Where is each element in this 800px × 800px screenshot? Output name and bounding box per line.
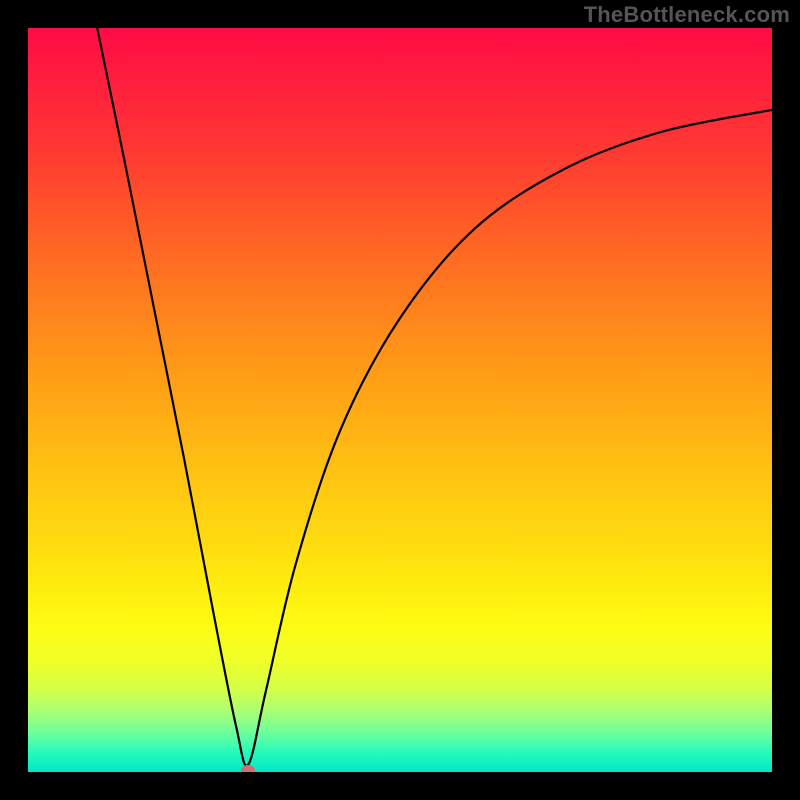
bottleneck-curve xyxy=(28,28,772,772)
watermark-label: TheBottleneck.com xyxy=(584,2,790,28)
plot-area xyxy=(28,28,772,772)
minimum-marker xyxy=(241,765,255,772)
chart-frame: TheBottleneck.com xyxy=(0,0,800,800)
